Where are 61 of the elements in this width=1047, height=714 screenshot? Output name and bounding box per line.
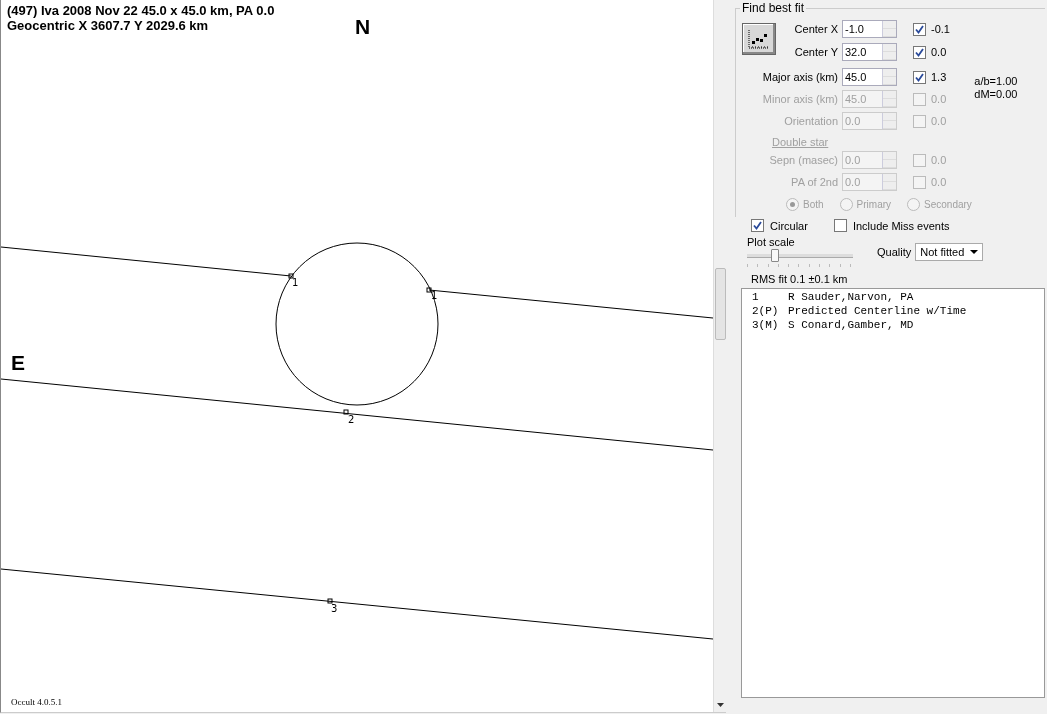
- parameter-delta: -0.1: [931, 23, 950, 35]
- parameter-label: Center X: [793, 23, 839, 35]
- observer-name: Predicted Centerline w/Time: [788, 305, 967, 317]
- parameter-label: Sepn (masec): [768, 154, 839, 166]
- magnitude-drop-text: dM=0.00: [974, 88, 1018, 101]
- fit-checkbox[interactable]: [913, 70, 926, 84]
- option-checkbox[interactable]: [751, 219, 764, 232]
- scatter-chart-icon: [747, 28, 771, 50]
- slider-thumb[interactable]: [770, 249, 779, 262]
- event-marker: [327, 598, 333, 604]
- group-title: Find best fit: [740, 1, 807, 15]
- vertical-scrollbar[interactable]: [713, 0, 726, 712]
- observer-name: S Conard,Gamber, MD: [788, 319, 914, 331]
- option-label: Include Miss events: [852, 219, 950, 232]
- radio-label: Primary: [856, 199, 892, 210]
- number-spinner[interactable]: 32.0: [842, 43, 897, 61]
- parameter-delta: 0.0: [931, 93, 947, 105]
- parameter-label: Orientation: [783, 115, 839, 127]
- chord-number: 2: [348, 414, 355, 425]
- fit-checkbox[interactable]: [913, 22, 926, 36]
- observer-index: 2(P): [752, 305, 780, 317]
- parameter-label: Major axis (km): [761, 71, 839, 83]
- option-label: Circular: [770, 219, 808, 232]
- chord-number: 1: [431, 290, 438, 301]
- plot-title: (497) Iva 2008 Nov 22 45.0 x 45.0 km, PA 0.0: [7, 3, 275, 18]
- observer-index: 1: [752, 291, 760, 303]
- parameter-delta: 0.0: [931, 154, 947, 166]
- parameter-label: PA of 2nd: [790, 176, 839, 188]
- parameter-delta: 0.0: [931, 176, 947, 188]
- scroll-down-icon[interactable]: [717, 703, 724, 707]
- event-marker: [426, 287, 432, 293]
- plot-scale-label: Plot scale: [747, 236, 796, 248]
- radio-label: Both: [803, 199, 824, 210]
- north-label: N: [355, 15, 371, 38]
- observer-index: 3(M): [752, 319, 780, 331]
- east-label: E: [11, 351, 25, 374]
- option-checkbox[interactable]: [833, 219, 847, 232]
- chord-number: 3: [331, 603, 338, 614]
- parameter-delta: 0.0: [931, 46, 947, 58]
- observer-list[interactable]: 1 R Sauder,Narvon, PA 2(P) Predicted Centerline w/Time 3(M) S Conard,Gamber, MD: [741, 288, 1045, 698]
- number-spinner[interactable]: -1.0: [842, 20, 897, 38]
- plot-subtitle: Geocentric X 3607.7 Y 2029.6 km: [7, 18, 209, 33]
- axis-ratio-text: a/b=1.00: [974, 75, 1018, 88]
- number-spinner[interactable]: 45.0: [842, 68, 897, 86]
- event-marker: [343, 409, 349, 415]
- parameter-label: Minor axis (km): [761, 93, 839, 105]
- radio-label: Secondary: [924, 199, 972, 210]
- quality-dropdown[interactable]: Not fitted: [915, 242, 984, 261]
- parameter-delta: 0.0: [931, 115, 947, 127]
- rms-fit-text: RMS fit 0.1 ±0.1 km: [751, 273, 849, 285]
- caret-icon: [970, 249, 979, 254]
- parameter-delta: 1.3: [931, 71, 947, 83]
- scrollbar-thumb[interactable]: [715, 268, 726, 340]
- parameter-label: Center Y: [793, 46, 839, 58]
- quality-label: Quality: [877, 245, 912, 258]
- chord-number: 1: [292, 277, 299, 288]
- event-marker: [288, 273, 294, 279]
- fit-button[interactable]: [742, 23, 776, 55]
- version-label: Occult 4.0.5.1: [11, 697, 62, 707]
- observer-name: R Sauder,Narvon, PA: [788, 291, 914, 303]
- fit-checkbox[interactable]: [913, 45, 926, 59]
